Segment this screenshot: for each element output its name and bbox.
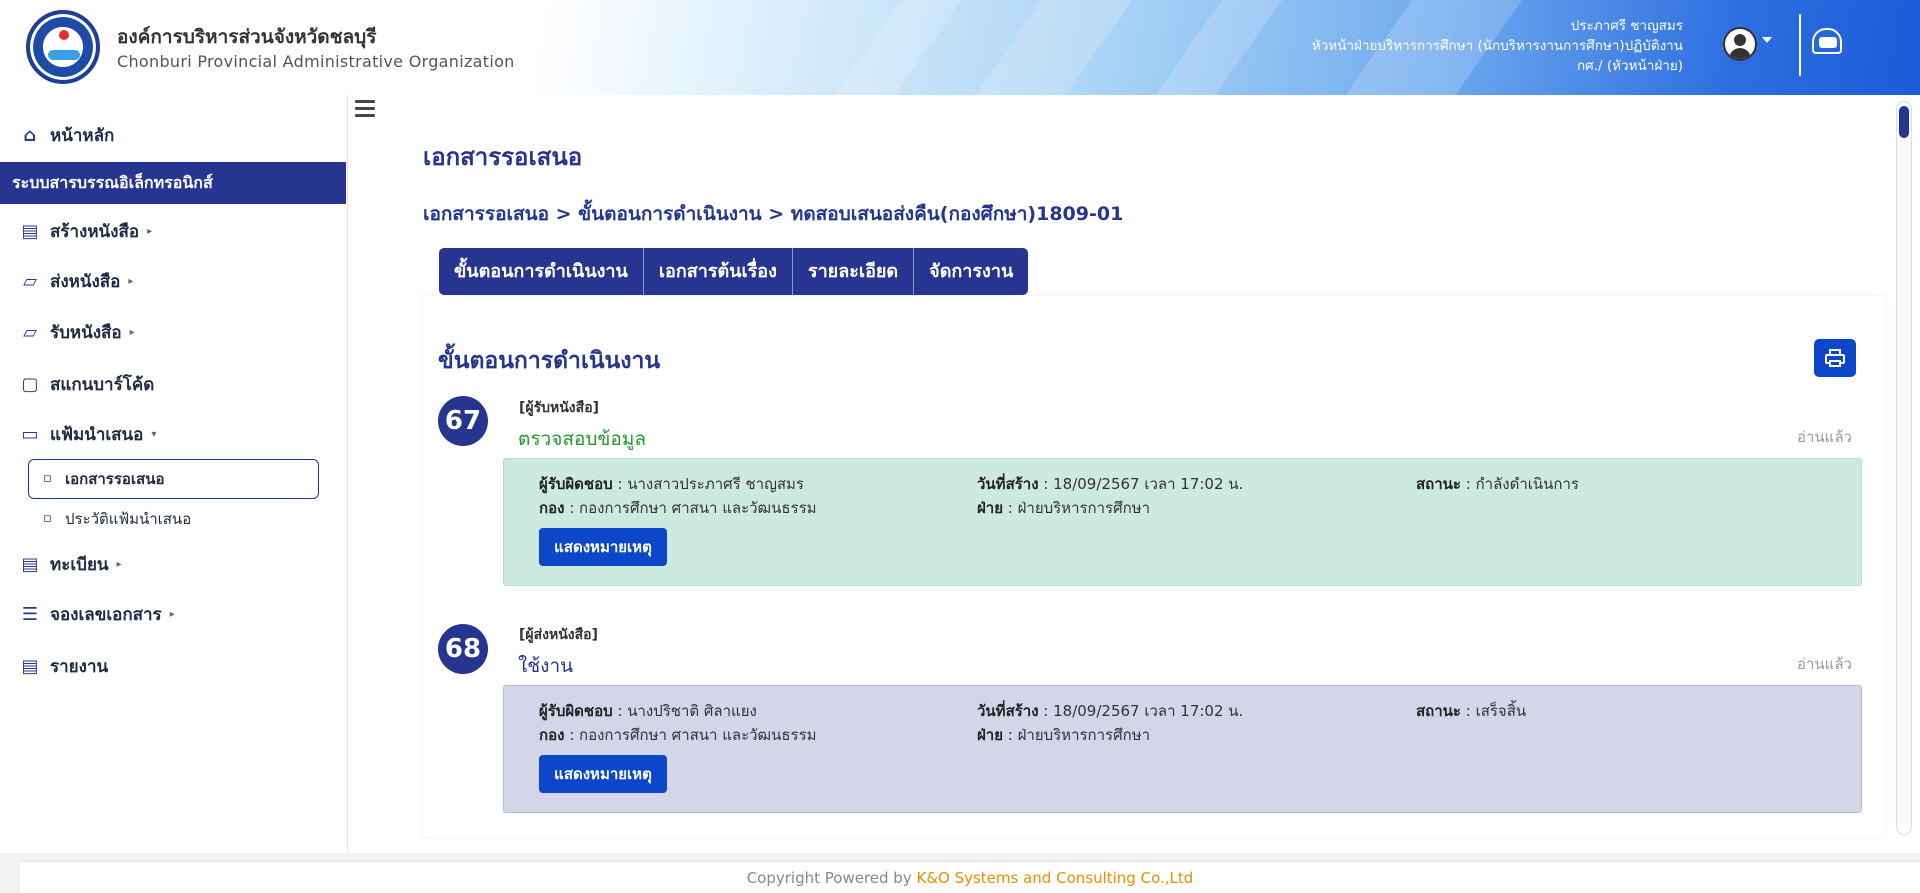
read-status: อ่านแล้ว bbox=[1797, 655, 1852, 673]
sidebar-section-header: ระบบสารบรรณอิเล็กทรอนิกส์ bbox=[0, 162, 346, 204]
sidebar-item-barcode-scan[interactable]: ▢ สแกนบาร์โค้ด bbox=[18, 371, 154, 398]
sidebar-item-label: สแกนบาร์โค้ด bbox=[50, 375, 155, 395]
show-note-button[interactable]: แสดงหมายเหตุ bbox=[539, 528, 667, 566]
folder-icon: ▭ bbox=[21, 424, 39, 445]
created-date-field: วันที่สร้าง : 18/09/2567 เวลา 17:02 น. bbox=[977, 475, 1244, 493]
tab-bar: ขั้นตอนการดำเนินงาน เอกสารต้นเรื่อง รายล… bbox=[439, 248, 1029, 295]
tab-manage-work[interactable]: จัดการงาน bbox=[914, 248, 1028, 295]
sidebar-item-home[interactable]: ⌂ หน้าหลัก bbox=[18, 122, 115, 149]
sidebar-item-reserve-number[interactable]: ☰ จองเลขเอกสาร ▸ bbox=[18, 601, 175, 628]
scrollbar-thumb[interactable] bbox=[1899, 106, 1909, 138]
user-position: หัวหน้าฝ่ายบริหารการศึกษา (นักบริหารงานก… bbox=[1311, 38, 1683, 54]
register-icon: ▤ bbox=[21, 554, 39, 575]
responsible-field: ผู้รับผิดชอบ : นางสาวประภาศรี ชาญสมร bbox=[539, 475, 804, 493]
step-role: [ผู้ส่งหนังสือ] bbox=[519, 627, 598, 643]
barcode-scan-icon: ▢ bbox=[21, 374, 39, 395]
org-name-en: Chonburi Provincial Administrative Organ… bbox=[117, 52, 515, 71]
sidebar-item-report[interactable]: ▤ รายงาน bbox=[18, 653, 108, 680]
sidebar-item-label: จองเลขเอกสาร bbox=[50, 605, 162, 625]
home-icon: ⌂ bbox=[23, 125, 37, 146]
sidebar-item-label: หน้าหลัก bbox=[50, 126, 115, 146]
caret-right-icon: ▸ bbox=[129, 327, 135, 338]
sidebar-subitem-label: เอกสารรอเสนอ bbox=[65, 470, 165, 488]
division-field: กอง : กองการศึกษา ศาสนา และวัฒนธรรม bbox=[539, 499, 817, 517]
sidebar-item-receive-document[interactable]: ▱ รับหนังสือ ▸ bbox=[18, 319, 135, 346]
tab-workflow-steps[interactable]: ขั้นตอนการดำเนินงาน bbox=[439, 248, 644, 295]
folder-history-icon: ▫ bbox=[43, 511, 52, 526]
chevron-down-icon[interactable] bbox=[1762, 37, 1772, 43]
page-title: เอกสารรอเสนอ bbox=[423, 143, 583, 171]
status-field: สถานะ : เสร็จสิ้น bbox=[1416, 702, 1527, 720]
header-decoration bbox=[929, 0, 1161, 95]
step-detail-box: ผู้รับผิดชอบ : นางสาวประภาศรี ชาญสมร วัน… bbox=[503, 458, 1862, 586]
sidebar-item-label: ทะเบียน bbox=[50, 555, 109, 575]
tab-original-documents[interactable]: เอกสารต้นเรื่อง bbox=[644, 248, 793, 295]
hamburger-menu-icon[interactable] bbox=[355, 100, 375, 118]
sidebar-item-send-document[interactable]: ▱ ส่งหนังสือ ▸ bbox=[18, 268, 133, 295]
status-field: สถานะ : กำลังดำเนินการ bbox=[1416, 475, 1579, 493]
caret-right-icon: ▸ bbox=[116, 559, 122, 570]
section-field: ฝ่าย : ฝ่ายบริหารการศึกษา bbox=[977, 499, 1151, 517]
division-field: กอง : กองการศึกษา ศาสนา และวัฒนธรรม bbox=[539, 726, 817, 744]
step-detail-box: ผู้รับผิดชอบ : นางปริชาติ ศิลาแยง วันที่… bbox=[503, 685, 1862, 813]
sidebar-item-register[interactable]: ▤ ทะเบียน ▸ bbox=[18, 551, 122, 578]
sidebar-item-label: แฟ้มนำเสนอ bbox=[50, 425, 144, 445]
copyright-text: Copyright Powered by K&O Systems and Con… bbox=[20, 861, 1920, 893]
support-chat-icon[interactable] bbox=[1812, 28, 1842, 54]
logo-sun bbox=[59, 30, 69, 40]
avatar-head bbox=[1734, 34, 1746, 46]
sidebar-subitem-pending-documents[interactable]: ▫ เอกสารรอเสนอ bbox=[28, 459, 319, 499]
sidebar-subitem-label: ประวัติแฟ้มนำเสนอ bbox=[65, 510, 192, 528]
clipboard-icon: ▤ bbox=[21, 221, 39, 242]
header-divider bbox=[1799, 14, 1801, 76]
section-title: ขั้นตอนการดำเนินงาน bbox=[438, 348, 661, 374]
caret-right-icon: ▸ bbox=[169, 609, 175, 620]
printer-paper bbox=[1829, 360, 1841, 367]
print-button[interactable] bbox=[1814, 339, 1856, 377]
logo-wave bbox=[48, 50, 80, 60]
user-avatar-icon[interactable] bbox=[1723, 27, 1757, 61]
step-number: 67 bbox=[438, 396, 488, 446]
step-action: ใช้งาน bbox=[518, 655, 574, 677]
send-document-icon: ▱ bbox=[23, 271, 37, 292]
avatar-body bbox=[1729, 48, 1751, 59]
sidebar-item-label: รายงาน bbox=[50, 657, 109, 677]
user-info: ประภาศรี ชาญสมร หัวหน้าฝ่ายบริหารการศึกษ… bbox=[1312, 16, 1683, 76]
created-date-field: วันที่สร้าง : 18/09/2567 เวลา 17:02 น. bbox=[977, 702, 1244, 720]
caret-right-icon: ▸ bbox=[147, 226, 153, 237]
caret-down-icon: ▾ bbox=[151, 429, 157, 440]
document-icon: ▫ bbox=[43, 471, 52, 486]
sidebar-item-presentation-folder[interactable]: ▭ แฟ้มนำเสนอ ▾ bbox=[18, 421, 156, 448]
step-role: [ผู้รับหนังสือ] bbox=[519, 400, 599, 416]
header-decoration bbox=[1109, 0, 1311, 95]
breadcrumb[interactable]: เอกสารรอเสนอ > ขั้นตอนการดำเนินงาน > ทดส… bbox=[423, 199, 1123, 229]
section-field: ฝ่าย : ฝ่ายบริหารการศึกษา bbox=[977, 726, 1151, 744]
sidebar-item-label: ส่งหนังสือ bbox=[50, 272, 121, 292]
reserve-number-icon: ☰ bbox=[21, 604, 39, 625]
org-logo[interactable] bbox=[26, 10, 100, 84]
read-status: อ่านแล้ว bbox=[1797, 428, 1852, 446]
header-decoration bbox=[789, 0, 991, 95]
receive-document-icon: ▱ bbox=[23, 322, 37, 343]
responsible-field: ผู้รับผิดชอบ : นางปริชาติ ศิลาแยง bbox=[539, 702, 757, 720]
sidebar-item-create-document[interactable]: ▤ สร้างหนังสือ ▸ bbox=[18, 218, 152, 245]
chat-bubble bbox=[1819, 37, 1837, 48]
org-name-th: องค์การบริหารส่วนจังหวัดชลบุรี bbox=[117, 26, 377, 48]
show-note-button[interactable]: แสดงหมายเหตุ bbox=[539, 755, 667, 793]
footer: Copyright Powered by K&O Systems and Con… bbox=[0, 853, 1920, 893]
company-link[interactable]: K&O Systems and Consulting Co.,Ltd bbox=[916, 869, 1193, 887]
sidebar-item-label: รับหนังสือ bbox=[50, 323, 122, 343]
caret-right-icon: ▸ bbox=[128, 276, 134, 287]
report-icon: ▤ bbox=[21, 656, 39, 677]
user-role: กศ./ (หัวหน้าฝ่าย) bbox=[1577, 58, 1683, 74]
tab-details[interactable]: รายละเอียด bbox=[793, 248, 915, 295]
copyright-prefix: Copyright Powered by bbox=[746, 869, 917, 887]
step-action: ตรวจสอบข้อมูล bbox=[518, 428, 646, 450]
sidebar-subitem-folder-history[interactable]: ▫ ประวัติแฟ้มนำเสนอ bbox=[43, 507, 191, 531]
sidebar-item-label: สร้างหนังสือ bbox=[50, 222, 140, 242]
scrollbar[interactable] bbox=[1896, 101, 1912, 835]
user-name: ประภาศรี ชาญสมร bbox=[1570, 18, 1683, 34]
step-number: 68 bbox=[438, 624, 488, 674]
